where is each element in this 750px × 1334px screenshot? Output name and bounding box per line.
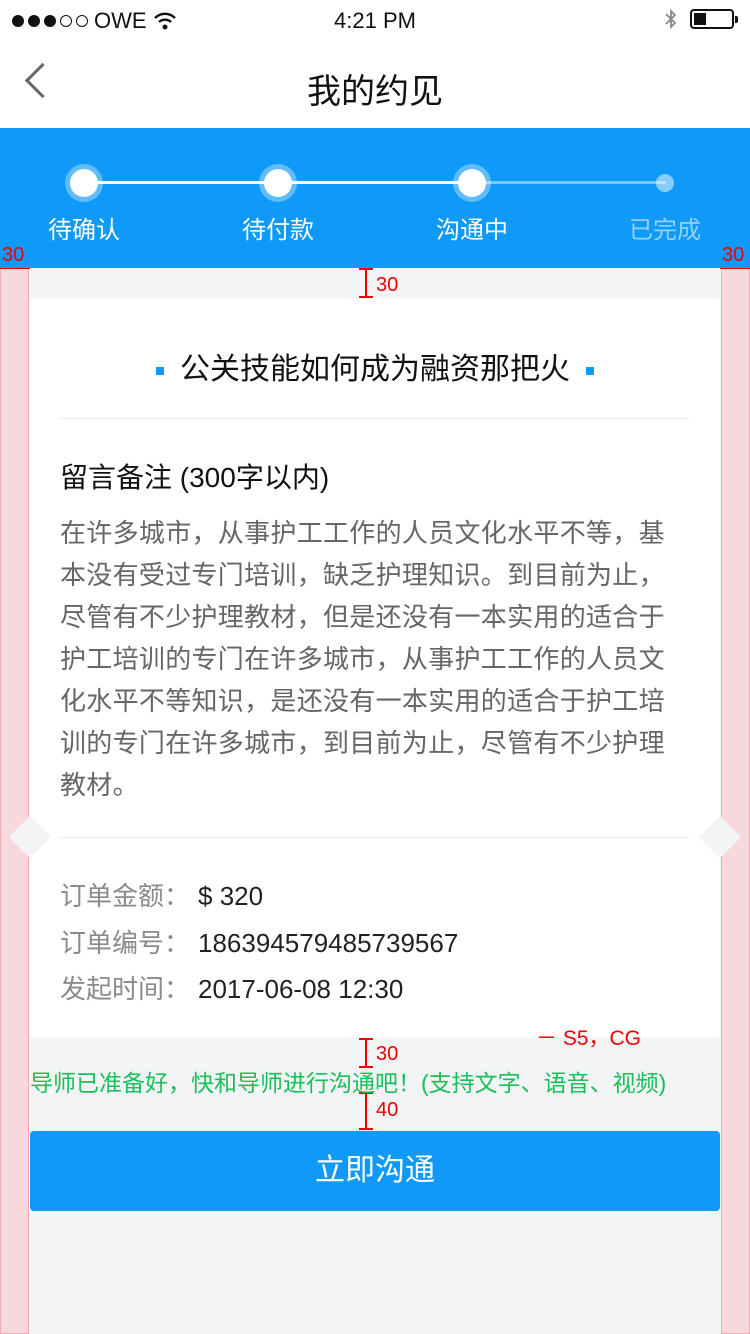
step-node-1 bbox=[70, 169, 98, 197]
hint-bottom-gap-label: 40 bbox=[376, 1099, 399, 1121]
mentor-ready-hint: 导师已准备好，快和导师进行沟通吧！(支持文字、语音、视频) bbox=[30, 1070, 667, 1096]
status-time: 4:21 PM bbox=[334, 8, 416, 33]
bluetooth-icon bbox=[665, 8, 677, 30]
step-node-4 bbox=[656, 174, 674, 192]
start-time-label: 发起时间： bbox=[60, 974, 191, 1004]
gap-marker-cap bbox=[359, 296, 373, 298]
left-margin-label: 30 bbox=[2, 244, 25, 266]
divider bbox=[60, 837, 690, 838]
step-label-pending-payment: 待付款 bbox=[242, 217, 314, 244]
start-time-value: 2017-06-08 12:30 bbox=[198, 974, 404, 1004]
left-margin-marker bbox=[0, 268, 30, 269]
topic-text: 公关技能如何成为融资那把火 bbox=[180, 353, 570, 386]
page-title: 我的约见 bbox=[307, 73, 443, 111]
gap-marker-cap bbox=[359, 1128, 373, 1130]
right-margin-guide bbox=[721, 268, 750, 1334]
start-time-row: 发起时间： 2017-06-08 12:30 bbox=[60, 969, 403, 1006]
start-communication-button[interactable]: 立即沟通 bbox=[30, 1131, 720, 1211]
gap-marker-card-top bbox=[365, 268, 367, 298]
note-body: 在许多城市，从事护工工作的人员文化水平不等，基本没有受过专门培训，缺乏护理知识。… bbox=[60, 518, 665, 800]
step-label-communicating: 沟通中 bbox=[436, 217, 508, 244]
right-margin-label: 30 bbox=[722, 244, 745, 266]
status-bar: OWE 4:21 PM bbox=[0, 0, 750, 40]
status-right bbox=[664, 8, 738, 30]
progress-line-pending bbox=[472, 181, 666, 184]
order-amount-value: $ 320 bbox=[198, 881, 264, 911]
step-label-completed: 已完成 bbox=[629, 217, 701, 244]
gap-marker-cap bbox=[359, 1038, 373, 1040]
step-node-2 bbox=[264, 169, 292, 197]
order-number-value: 186394579485739567 bbox=[198, 928, 459, 958]
card-top-gap-label: 30 bbox=[376, 274, 399, 296]
step-label-pending-confirm: 待确认 bbox=[48, 217, 120, 244]
order-amount-label: 订单金额： bbox=[60, 881, 191, 911]
bullet-square-icon bbox=[156, 367, 164, 376]
order-amount-row: 订单金额： $ 320 bbox=[60, 876, 263, 913]
progress-stepper: 待确认 待付款 沟通中 已完成 bbox=[0, 128, 750, 268]
step-node-3 bbox=[458, 169, 486, 197]
bullet-square-icon bbox=[586, 367, 594, 376]
note-heading: 留言备注 (300字以内) bbox=[60, 462, 330, 493]
order-number-row: 订单编号： 186394579485739567 bbox=[60, 923, 458, 960]
appointment-card: 公关技能如何成为融资那把火 留言备注 (300字以内) 在许多城市，从事护工工作… bbox=[30, 298, 720, 1038]
right-margin-marker bbox=[720, 268, 750, 269]
topic-title: 公关技能如何成为融资那把火 bbox=[30, 344, 720, 388]
hint-top-gap-label: 30 bbox=[376, 1043, 399, 1065]
order-number-label: 订单编号： bbox=[60, 928, 191, 958]
hint-style-spec: － S5，CG bbox=[536, 1027, 642, 1050]
gap-marker-cap bbox=[359, 268, 373, 270]
left-margin-guide bbox=[0, 268, 29, 1334]
navigation-bar: 我的约见 bbox=[0, 40, 750, 128]
divider bbox=[60, 418, 690, 419]
battery-icon bbox=[690, 9, 738, 29]
